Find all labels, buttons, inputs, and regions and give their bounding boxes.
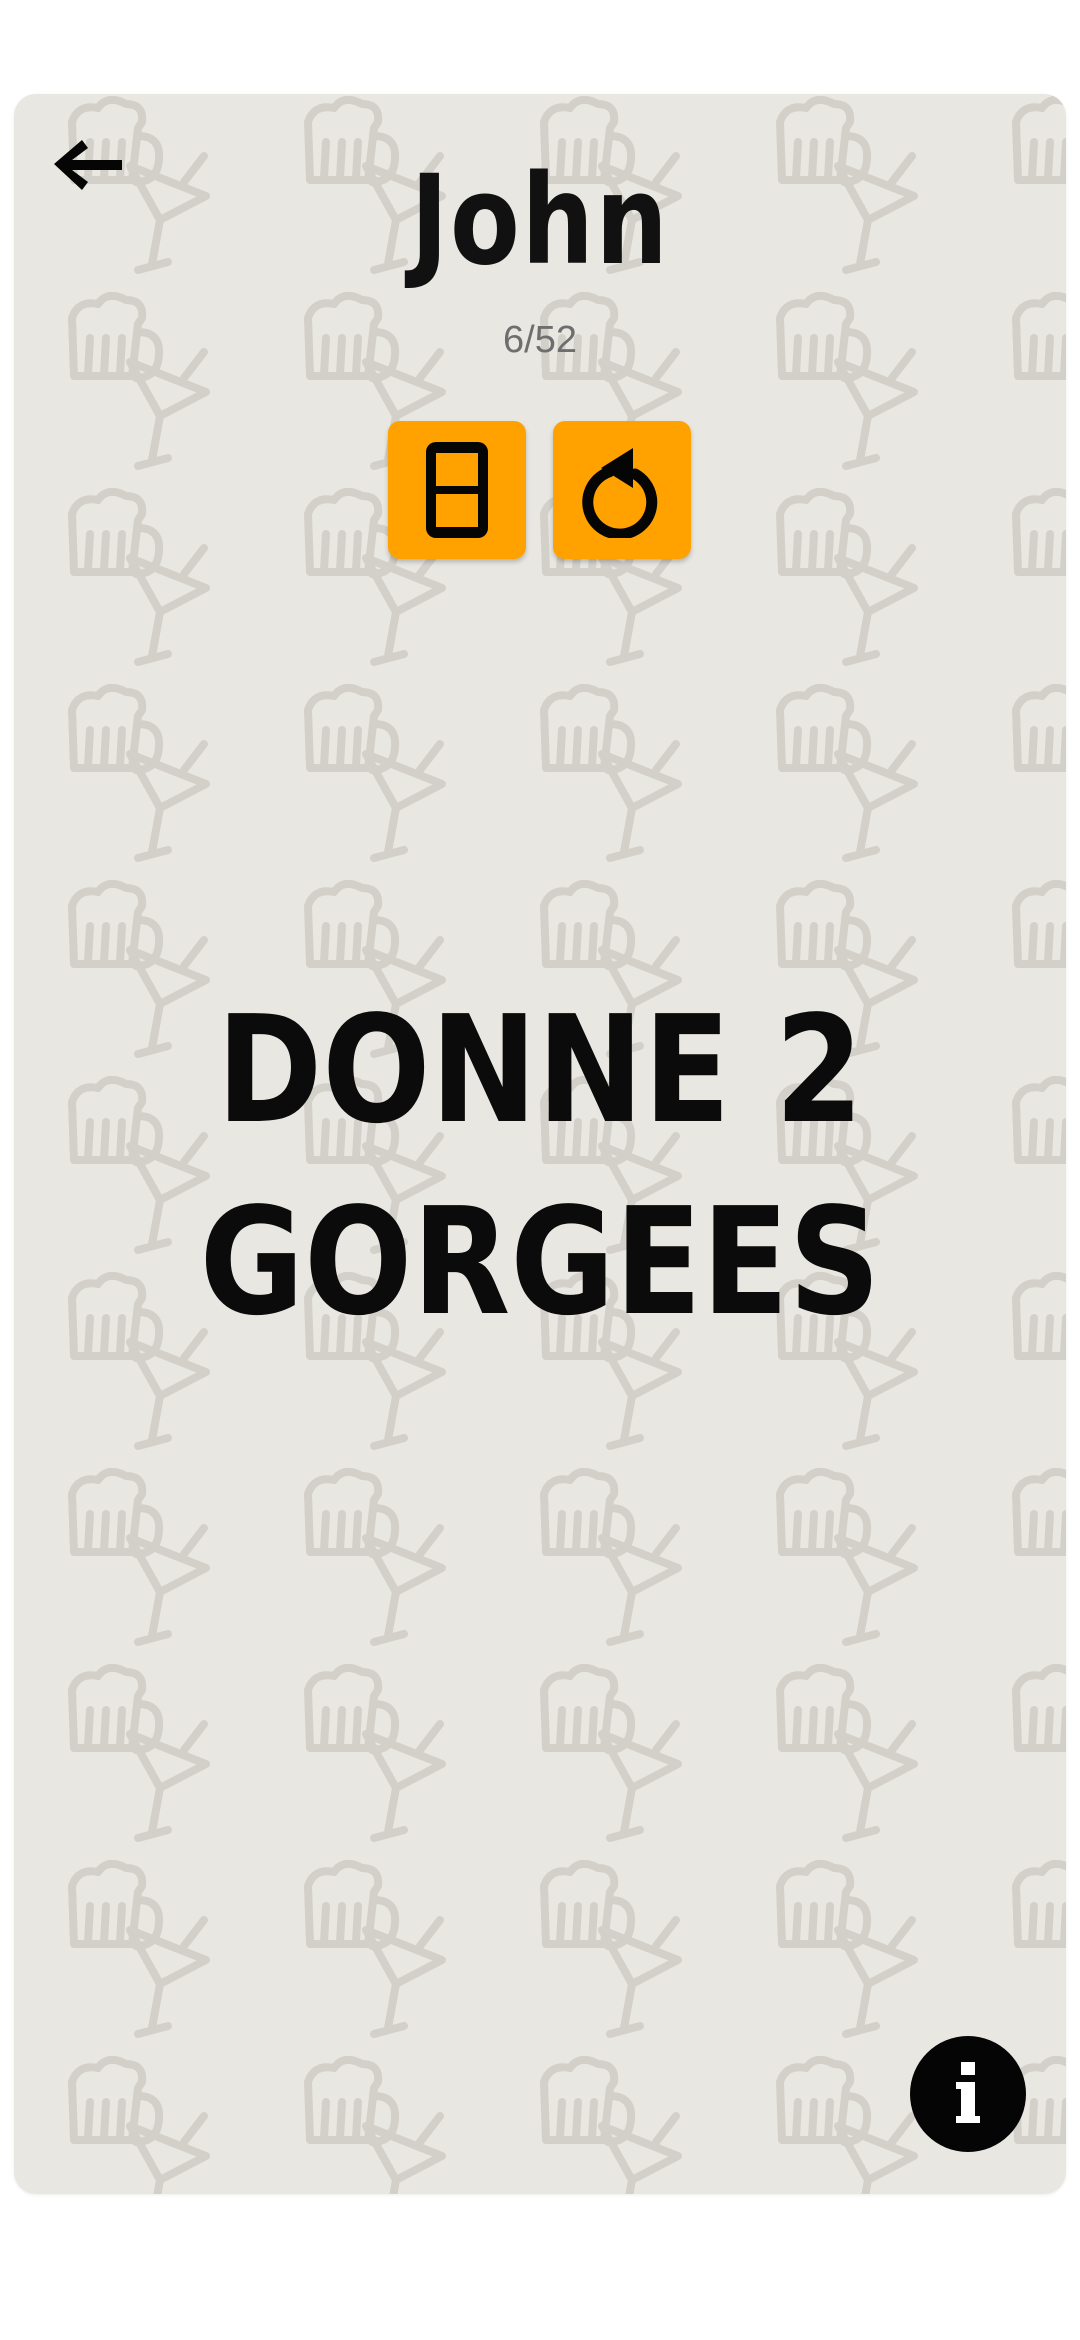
card-counter: 6/52: [503, 319, 577, 361]
rotate-ccw-icon: [582, 448, 658, 538]
card-action-line-2: GORGEES: [199, 1176, 881, 1348]
reset-button[interactable]: [553, 421, 691, 559]
player-name: John: [410, 149, 670, 293]
info-icon: [956, 2062, 980, 2123]
card-action-text: DONNE 2 GORGEES: [88, 974, 993, 1358]
card-view-button[interactable]: [388, 421, 526, 559]
card-icon: [426, 442, 488, 538]
game-card: John 6/52 DONNE 2 GORGEES: [14, 94, 1066, 2194]
card-action-line-1: DONNE 2: [216, 984, 864, 1156]
info-button[interactable]: [910, 2036, 1026, 2152]
